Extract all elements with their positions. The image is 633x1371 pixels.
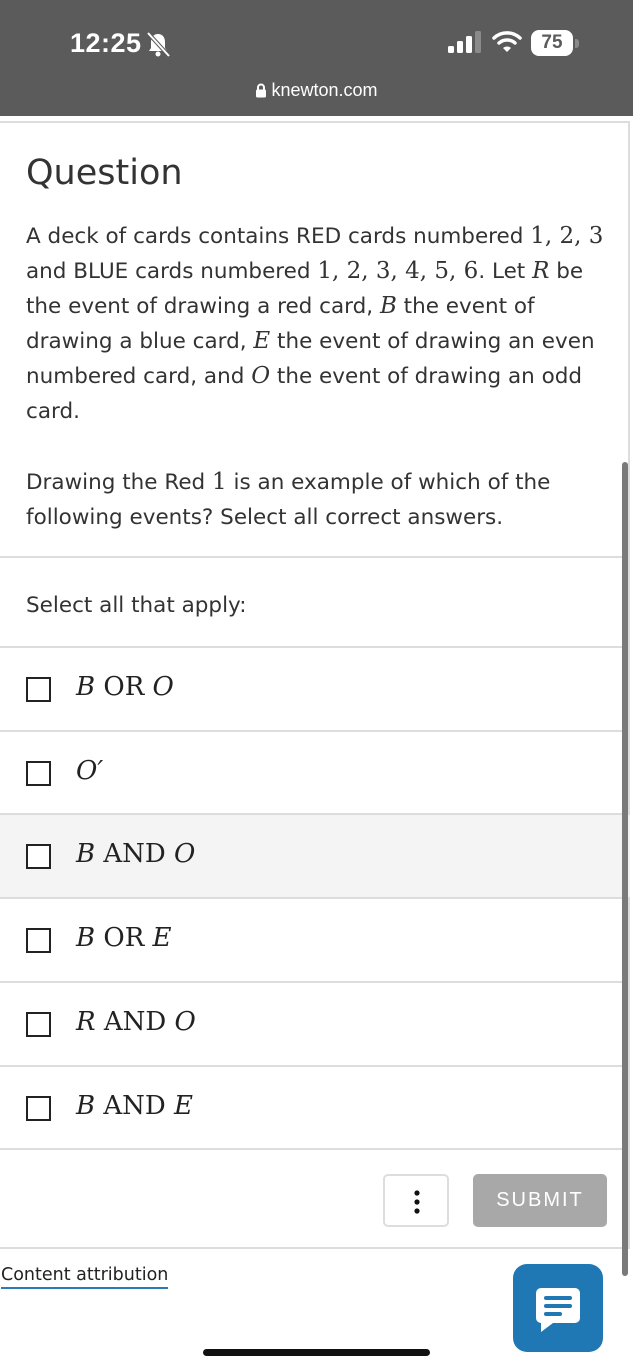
question-text: and BLUE cards numbered xyxy=(26,259,318,284)
wifi-icon xyxy=(492,31,522,52)
option-label: B OR E xyxy=(76,923,172,953)
question-card: Question A deck of cards contains RED ca… xyxy=(0,121,630,1249)
math-red-numbers: 1, 2, 3 xyxy=(530,223,604,249)
battery-level: 75 xyxy=(531,30,573,56)
more-options-button[interactable] xyxy=(383,1174,449,1227)
option-label: B OR O xyxy=(76,672,174,702)
question-text: A deck of cards contains RED cards numbe… xyxy=(26,224,531,249)
answer-option[interactable]: R AND O xyxy=(0,981,630,1065)
divider xyxy=(0,1148,630,1150)
status-time: 12:25 xyxy=(70,28,142,58)
checkbox[interactable] xyxy=(26,677,51,702)
battery-icon: 75 xyxy=(531,30,579,56)
option-label: O′ xyxy=(76,756,104,786)
select-all-label: Select all that apply: xyxy=(26,593,247,618)
checkbox[interactable] xyxy=(26,1096,51,1121)
math-var-r: R xyxy=(532,258,550,284)
address-bar[interactable]: knewton.com xyxy=(0,80,633,101)
lock-icon xyxy=(256,83,267,98)
question-heading: Question xyxy=(26,153,183,193)
checkbox[interactable] xyxy=(26,844,51,869)
question-paragraph: A deck of cards contains RED cards numbe… xyxy=(26,219,611,429)
question-body: A deck of cards contains RED cards numbe… xyxy=(26,219,611,535)
scrollbar[interactable] xyxy=(622,462,628,1276)
url-text: knewton.com xyxy=(271,80,378,100)
divider xyxy=(0,556,630,558)
chat-icon xyxy=(536,1288,580,1332)
math-var-o: O xyxy=(251,363,271,389)
question-text: Drawing the Red xyxy=(26,470,213,495)
math-var-e: E xyxy=(253,328,271,354)
math-one: 1 xyxy=(212,469,227,495)
more-vertical-icon xyxy=(414,1190,420,1214)
content-attribution-link[interactable]: Content attribution xyxy=(1,1265,169,1289)
checkbox[interactable] xyxy=(26,928,51,953)
chat-button[interactable] xyxy=(513,1264,603,1352)
status-bar: 12:25 75 knewton.com xyxy=(0,0,633,116)
option-label: B AND O xyxy=(76,839,196,869)
math-blue-numbers: 1, 2, 3, 4, 5, 6 xyxy=(317,258,479,284)
bell-slash-icon xyxy=(146,31,171,58)
submit-button[interactable]: SUBMIT xyxy=(473,1174,607,1227)
question-prompt: Drawing the Red 1 is an example of which… xyxy=(26,465,611,535)
checkbox[interactable] xyxy=(26,1012,51,1037)
answer-option[interactable]: O′ xyxy=(0,730,630,814)
signal-icon xyxy=(448,31,481,53)
answer-option[interactable]: B AND O xyxy=(0,813,630,897)
option-label: R AND O xyxy=(76,1007,196,1037)
answer-option[interactable]: B OR O xyxy=(0,646,630,730)
answer-option[interactable]: B AND E xyxy=(0,1065,630,1149)
math-var-b: B xyxy=(379,293,397,319)
answer-option[interactable]: B OR E xyxy=(0,897,630,981)
checkbox[interactable] xyxy=(26,761,51,786)
home-indicator[interactable] xyxy=(203,1349,430,1356)
question-text: . Let xyxy=(478,259,533,284)
option-label: B AND E xyxy=(76,1091,193,1121)
